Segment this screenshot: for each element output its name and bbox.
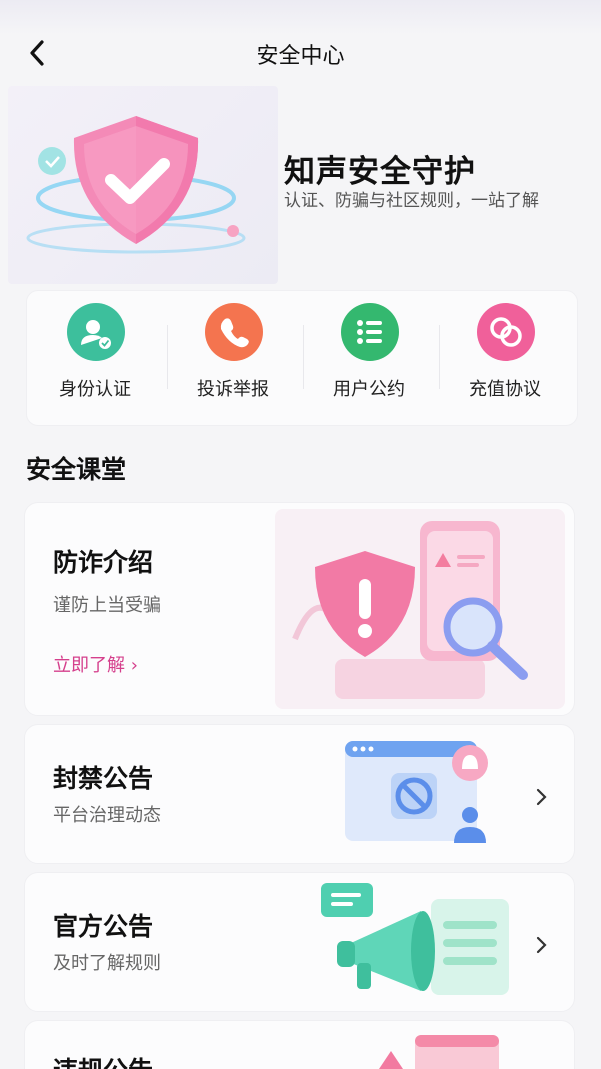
hero-banner: 知声安全守护 认证、防骗与社区规则，一站了解 [8,86,601,284]
top-bar: 安全中心 [0,0,601,86]
card-title: 封禁公告 [53,764,154,793]
violation-announcement-card[interactable]: 违规公告 [24,1020,575,1069]
quick-action-label: 身份认证 [59,379,131,400]
card-subtitle: 平台治理动态 [53,805,161,826]
shield-illustration-icon [26,116,246,254]
recharge-agreement-button[interactable]: 充值协议 [437,301,573,411]
user-convention-button[interactable]: 用户公约 [301,301,437,411]
quick-action-label: 投诉举报 [197,379,269,400]
learn-now-link[interactable]: 立即了解 › [53,651,138,677]
card-title: 官方公告 [53,912,154,941]
complaint-report-button[interactable]: 投诉举报 [165,301,301,411]
chevron-right-icon [536,788,547,806]
hero-illustration [8,86,278,284]
ban-announcement-card[interactable]: 封禁公告 平台治理动态 [24,724,575,864]
hero-subtitle: 认证、防骗与社区规则，一站了解 [284,191,539,211]
ban-window-illustration-icon [345,741,488,843]
list-icon [341,303,399,361]
anti-fraud-card[interactable]: 防诈介绍 谨防上当受骗 立即了解 › [24,502,575,716]
card-title: 防诈介绍 [53,548,154,577]
section-title: 安全课堂 [26,455,127,484]
chevron-right-icon [536,936,547,954]
page-title: 安全中心 [256,44,345,69]
megaphone-illustration-icon [321,883,509,995]
card-subtitle: 谨防上当受骗 [53,595,161,616]
official-announcement-card[interactable]: 官方公告 及时了解规则 [24,872,575,1012]
id-verify-icon [67,303,125,361]
violation-illustration-icon [379,1035,499,1069]
link-rings-icon [477,303,535,361]
card-subtitle: 及时了解规则 [53,953,161,974]
fraud-warning-illustration-icon [275,509,565,709]
identity-verification-button[interactable]: 身份认证 [27,301,163,411]
quick-actions-panel: 身份认证 投诉举报 用户公约 充值协议 [26,290,578,426]
quick-action-label: 充值协议 [469,379,541,400]
quick-action-label: 用户公约 [333,379,405,400]
phone-icon [205,303,263,361]
card-title: 违规公告 [53,1051,153,1069]
hero-title: 知声安全守护 [284,154,476,190]
